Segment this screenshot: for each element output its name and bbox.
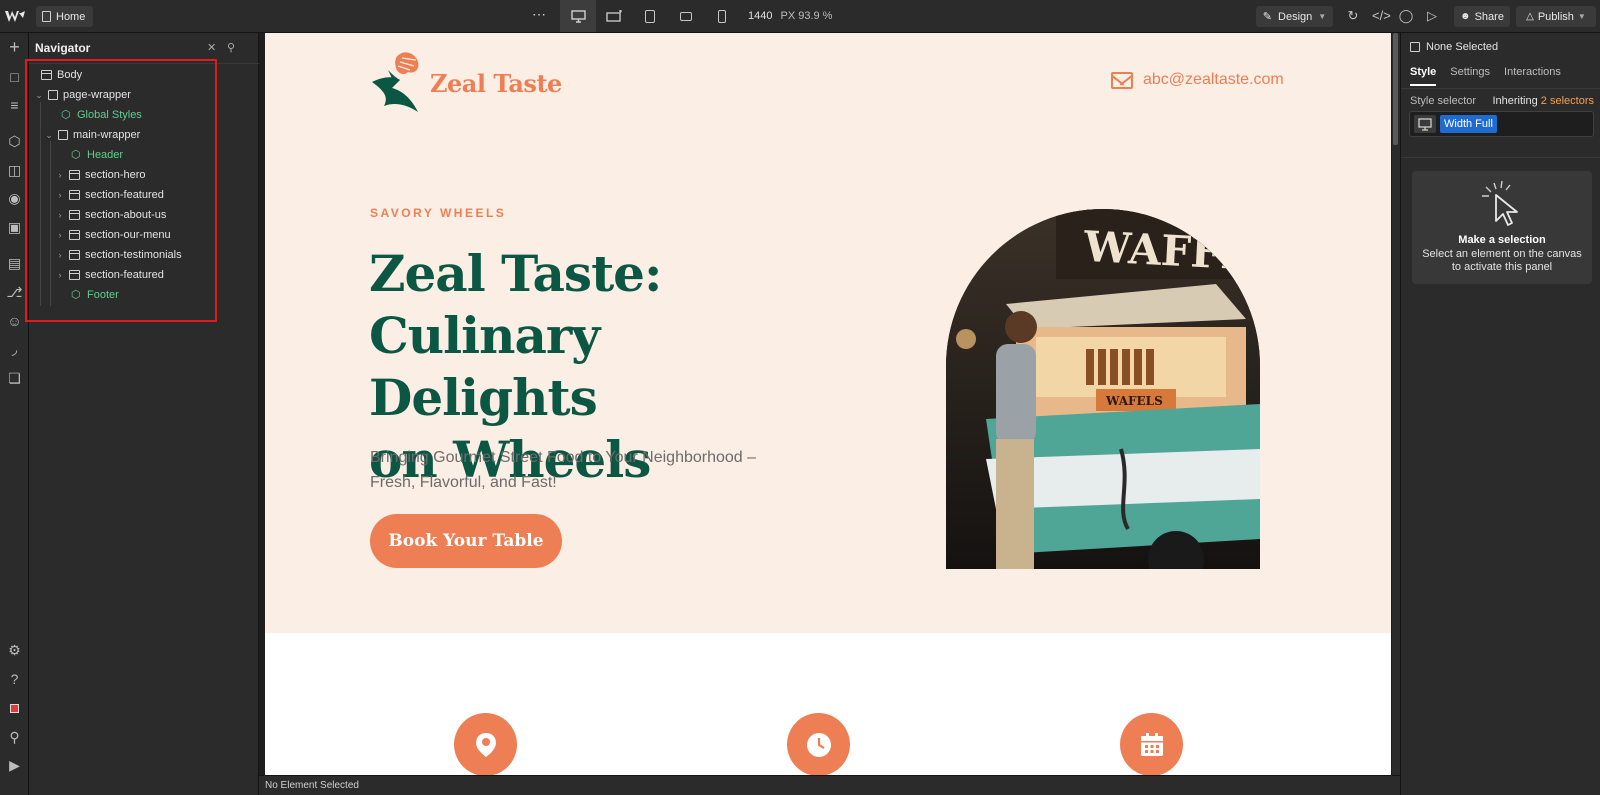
canvas-width: 1440 xyxy=(748,10,773,22)
selector-tag[interactable]: Width Full xyxy=(1440,115,1497,133)
search-icon[interactable]: ⚲ xyxy=(6,729,23,746)
book-table-button[interactable]: Book Your Table xyxy=(370,514,562,568)
page-icon xyxy=(42,11,51,22)
apps-icon[interactable]: ❏ xyxy=(6,370,23,387)
user-icon: ☻ xyxy=(1460,11,1471,22)
add-icon[interactable]: + xyxy=(6,38,23,56)
preview-play-icon[interactable]: ▷ xyxy=(1424,8,1440,24)
annotation-highlight-box xyxy=(25,59,217,322)
truck-counter-text: WAFELS xyxy=(1105,394,1163,408)
sync-icon[interactable]: ↻ xyxy=(1345,8,1361,24)
pin-icon[interactable]: ⚲ xyxy=(227,41,235,54)
pages-icon[interactable]: □ xyxy=(6,69,23,86)
more-options-button[interactable]: ⋯ xyxy=(532,6,547,23)
card-description: Select an element on the canvas to activ… xyxy=(1422,248,1582,273)
location-feature-icon xyxy=(454,713,517,775)
hero-subtitle: Bringing Gourmet Street Food to Your Nei… xyxy=(370,449,757,491)
checkbox-icon[interactable] xyxy=(1410,42,1420,52)
tab-interactions[interactable]: Interactions xyxy=(1504,66,1561,86)
style-selector-label: Style selector xyxy=(1410,95,1477,107)
cursor-click-icon xyxy=(1482,180,1518,226)
tab-settings[interactable]: Settings xyxy=(1450,66,1490,86)
empty-selection-card: Make a selection Select an element on th… xyxy=(1412,171,1592,284)
webflow-logo-icon[interactable] xyxy=(4,8,26,25)
brand-name: Zeal Taste xyxy=(430,68,562,98)
desktop-icon xyxy=(570,9,586,23)
comment-icon[interactable]: ◯ xyxy=(1398,8,1414,24)
chevron-down-icon: ▼ xyxy=(1318,12,1327,21)
page-switcher-button[interactable]: Home xyxy=(36,6,94,27)
divider xyxy=(1401,88,1600,89)
top-toolbar: Home ⋯ 1440 PX 93.9 % ✎ Design ▼ ↻ </> ◯ … xyxy=(0,0,1600,33)
breakpoint-mobile-button[interactable] xyxy=(704,0,740,32)
components-icon[interactable]: ⬡ xyxy=(6,133,23,150)
video-icon[interactable]: ▶ xyxy=(6,757,23,774)
calendar-feature-icon xyxy=(1120,713,1183,775)
cms-icon[interactable]: ▤ xyxy=(6,255,23,272)
divider xyxy=(1401,157,1600,158)
share-button[interactable]: ☻ Share xyxy=(1454,6,1510,27)
variables-icon[interactable]: ◉ xyxy=(6,190,23,207)
record-icon[interactable] xyxy=(6,700,23,717)
selection-status[interactable]: None Selected xyxy=(1410,41,1498,53)
chevron-down-icon: ▼ xyxy=(1577,12,1586,21)
assets-icon[interactable]: ▣ xyxy=(6,219,23,236)
brush-icon: ✎ xyxy=(1262,11,1273,23)
navigator-title: Navigator xyxy=(35,41,91,55)
page-label: Home xyxy=(56,10,86,23)
navigator-icon[interactable]: ≡ xyxy=(6,97,23,114)
rocket-icon: △ xyxy=(1526,11,1534,22)
settings-icon[interactable]: ⚙ xyxy=(6,642,23,659)
code-icon[interactable]: </> xyxy=(1372,8,1391,24)
canvas-scrollbar-thumb[interactable] xyxy=(1393,33,1398,145)
mobile-landscape-icon xyxy=(680,11,692,21)
tablet-icon xyxy=(645,9,655,23)
email-text: abc@zealtaste.com xyxy=(1143,71,1284,88)
share-label: Share xyxy=(1474,10,1504,23)
ecommerce-icon[interactable]: ◞ xyxy=(6,341,23,358)
clock-feature-icon xyxy=(787,713,850,775)
mobile-portrait-icon xyxy=(718,9,726,23)
mode-label: Design xyxy=(1278,10,1313,23)
hero-eyebrow: SAVORY WHEELS xyxy=(370,206,507,220)
selector-input[interactable]: Width Full xyxy=(1409,111,1594,137)
card-title: Make a selection xyxy=(1458,234,1546,246)
status-bar: No Element Selected xyxy=(259,775,1400,795)
breakpoint-landscape-button[interactable] xyxy=(668,0,704,32)
logic-icon[interactable]: ⎇ xyxy=(6,284,23,301)
breakpoint-desktop-button[interactable] xyxy=(560,0,596,32)
tab-style[interactable]: Style xyxy=(1410,66,1437,86)
design-mode-dropdown[interactable]: ✎ Design ▼ xyxy=(1256,6,1333,27)
breakpoint-large-button[interactable] xyxy=(596,0,632,32)
email-link[interactable]: abc@zealtaste.com xyxy=(1111,71,1284,89)
style-panel: None Selected Style Settings Interaction… xyxy=(1400,33,1600,795)
help-icon[interactable]: ? xyxy=(6,671,23,688)
breakpoint-tablet-button[interactable] xyxy=(632,0,668,32)
canvas-size-readout[interactable]: 1440 PX 93.9 % xyxy=(748,10,832,22)
style-selectors-icon[interactable]: ◫ xyxy=(6,162,23,179)
site-logo[interactable]: Zeal Taste xyxy=(370,50,562,116)
site-page[interactable]: Zeal Taste abc@zealtaste.com SAVORY WHEE… xyxy=(265,33,1391,775)
mail-icon xyxy=(1111,71,1133,89)
section-hero[interactable]: Zeal Taste abc@zealtaste.com SAVORY WHEE… xyxy=(265,33,1391,633)
desktop-large-icon xyxy=(605,9,622,22)
users-icon[interactable]: ☺ xyxy=(6,313,23,330)
publish-label: Publish xyxy=(1537,10,1574,23)
chef-rabbit-logo-icon xyxy=(372,52,419,112)
desktop-icon xyxy=(1414,115,1436,133)
canvas-zoom: PX 93.9 % xyxy=(780,10,833,22)
designer-canvas[interactable]: Zeal Taste abc@zealtaste.com SAVORY WHEE… xyxy=(259,33,1392,775)
panel-tabs: Style Settings Interactions xyxy=(1410,66,1561,86)
inheriting-info[interactable]: Inheriting 2 selectors xyxy=(1492,95,1594,107)
hero-food-truck-image: WAFFLES WAFELS xyxy=(946,209,1260,569)
publish-button[interactable]: △ Publish ▼ xyxy=(1516,6,1596,27)
collapse-all-icon[interactable]: ✕ xyxy=(207,41,216,54)
